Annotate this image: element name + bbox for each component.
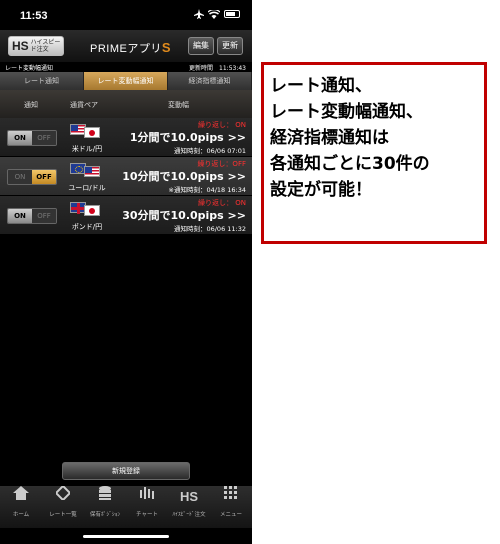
nav-label: レート一覧: [49, 512, 77, 518]
nav-label: メニュー: [219, 512, 242, 518]
hs-logo-text: HS: [12, 39, 29, 53]
notify-time: 通知時刻：06/06 11:32: [173, 225, 246, 233]
callout-line: 設定が可能！: [270, 180, 372, 200]
callout-line: 経済指標通知は: [270, 128, 389, 148]
screen-subheader: レート変動幅通知 更新時間 11:53:43: [0, 62, 252, 72]
notify-toggle[interactable]: ON OFF: [7, 169, 57, 185]
app-title: PRIMEアプリS: [90, 40, 171, 56]
list-item[interactable]: ON OFF 米ドル/円 繰り返し： ON 1分間で10.0pips >> 通知…: [0, 118, 252, 157]
home-indicator[interactable]: [83, 535, 169, 538]
notification-tabs: レート通知 レート変動幅通知 経済指標通知: [0, 72, 252, 90]
currency-pair: ユーロ/ドル: [68, 184, 106, 192]
toggle-on[interactable]: ON: [8, 170, 32, 184]
status-bar: 11:53: [0, 0, 252, 30]
callout-line: 各通知ごとに30件の: [270, 154, 430, 174]
nav-label: 保有ﾎﾟｼﾞｼｮﾝ: [89, 512, 121, 518]
wifi-icon: [208, 9, 220, 19]
screen-name: レート変動幅通知: [5, 65, 54, 72]
feature-callout: レート通知、 レート変動幅通知、 経済指標通知は 各通知ごとに30件の 設定が可…: [261, 62, 487, 244]
app-header: HS ハイスピード注文 PRIMEアプリS 編集 更新: [0, 30, 252, 62]
currency-pair: 米ドル/円: [71, 145, 103, 153]
toggle-on[interactable]: ON: [8, 209, 32, 223]
notify-time: 通知時刻：06/06 07:01: [173, 147, 246, 155]
currency-flags: [70, 202, 104, 216]
toggle-off[interactable]: OFF: [32, 131, 56, 145]
bottom-nav: ホーム レート一覧 保有ﾎﾟｼﾞｼｮﾝ チャート HS ﾊｲｽﾋﾟｰﾄﾞ注文 メ…: [0, 484, 252, 528]
update-time: 更新時間 11:53:43: [189, 65, 246, 72]
callout-line: レート変動幅通知、: [270, 102, 423, 122]
nav-chart[interactable]: チャート: [126, 486, 168, 528]
menu-icon: [210, 486, 252, 506]
hs-icon: HS: [179, 489, 199, 504]
rate-list-icon: [42, 484, 84, 506]
hs-logo-subtext: ハイスピード注文: [30, 39, 61, 53]
nav-label: チャート: [136, 512, 158, 518]
toggle-on[interactable]: ON: [8, 131, 32, 145]
range-condition[interactable]: 30分間で10.0pips >>: [122, 207, 246, 223]
edit-button[interactable]: 編集: [188, 37, 214, 55]
column-pair: 通貨ペア: [70, 101, 98, 109]
nav-high-speed-order[interactable]: HS ﾊｲｽﾋﾟｰﾄﾞ注文: [168, 486, 210, 528]
currency-pair: ポンド/円: [71, 223, 103, 231]
toggle-off[interactable]: OFF: [32, 170, 56, 184]
column-notify: 通知: [24, 101, 38, 109]
range-condition[interactable]: 10分間で10.0pips >>: [122, 168, 246, 184]
callout-line: レート通知、: [270, 76, 372, 96]
tab-rate-notification[interactable]: レート通知: [0, 72, 84, 90]
jp-flag-icon: [84, 127, 100, 138]
status-icons: [194, 9, 240, 19]
tab-economic-indicator-notification[interactable]: 経済指標通知: [168, 72, 252, 90]
home-icon: [0, 486, 42, 506]
nav-rate-list[interactable]: レート一覧: [42, 484, 84, 528]
nav-label: ﾊｲｽﾋﾟｰﾄﾞ注文: [172, 512, 206, 518]
airplane-icon: [194, 9, 204, 19]
new-registration-button[interactable]: 新規登録: [62, 462, 190, 480]
us-flag-icon: [84, 166, 100, 177]
currency-flags: [70, 124, 104, 138]
refresh-button[interactable]: 更新: [217, 37, 243, 55]
notify-toggle[interactable]: ON OFF: [7, 208, 57, 224]
phone-screen: 11:53 HS ハイスピード注文 PRIMEアプリS 編集 更新 レート変動幅…: [0, 0, 252, 544]
battery-icon: [224, 10, 240, 18]
list-item[interactable]: ON OFF ポンド/円 繰り返し： ON 30分間で10.0pips >> 通…: [0, 196, 252, 235]
position-icon: [84, 486, 126, 506]
nav-position[interactable]: 保有ﾎﾟｼﾞｼｮﾝ: [84, 486, 126, 528]
column-range: 変動幅: [168, 101, 189, 109]
notify-toggle[interactable]: ON OFF: [7, 130, 57, 146]
list-item[interactable]: ON OFF ユーロ/ドル 繰り返し：OFF 10分間で10.0pips >> …: [0, 157, 252, 196]
nav-menu[interactable]: メニュー: [210, 486, 252, 528]
tab-rate-range-notification[interactable]: レート変動幅通知: [84, 72, 168, 90]
app-title-prefix: PRIMEアプリ: [90, 43, 162, 55]
column-header: 通知 通貨ペア 変動幅: [0, 90, 252, 118]
range-condition[interactable]: 1分間で10.0pips >>: [130, 129, 246, 145]
notify-time: ※通知時刻：04/18 16:34: [168, 186, 246, 194]
toggle-off[interactable]: OFF: [32, 209, 56, 223]
nav-home[interactable]: ホーム: [0, 486, 42, 528]
currency-flags: [70, 163, 104, 177]
chart-icon: [126, 486, 168, 506]
app-title-suffix: S: [161, 40, 172, 55]
status-time: 11:53: [20, 10, 48, 22]
hs-logo[interactable]: HS ハイスピード注文: [8, 36, 64, 56]
nav-label: ホーム: [12, 512, 30, 518]
jp-flag-icon: [84, 205, 100, 216]
notification-list: ON OFF 米ドル/円 繰り返し： ON 1分間で10.0pips >> 通知…: [0, 118, 252, 235]
